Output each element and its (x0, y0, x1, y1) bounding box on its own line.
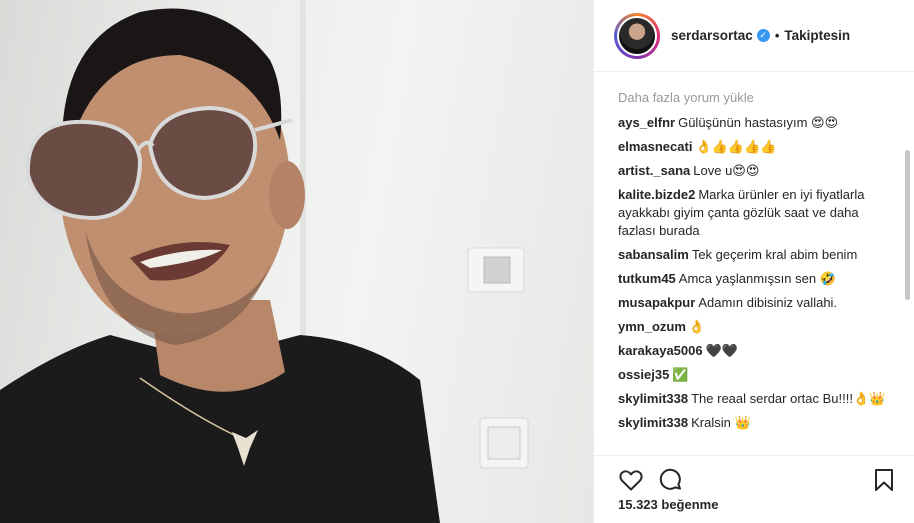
comment-username[interactable]: musapakpur (618, 295, 695, 310)
comment-text: 🖤🖤 (705, 343, 738, 358)
avatar[interactable] (614, 12, 660, 59)
comment-text: Tek geçerim kral abim benim (691, 247, 858, 262)
comment-text: Amca yaşlanmışsın sen 🤣 (678, 271, 836, 286)
comment-username[interactable]: ossiej35 (618, 367, 669, 382)
comment-item: ays_elfnr Gülüşünün hastasıyım 😍😍 (618, 114, 888, 132)
comment-item: elmasnecati 👌👍👍👍👍 (618, 138, 888, 156)
comment-username[interactable]: skylimit338 (618, 415, 688, 430)
follow-status-button[interactable]: Takiptesin (784, 28, 850, 43)
comment-item: ymn_ozum 👌 (618, 318, 888, 336)
comment-username[interactable]: skylimit338 (618, 391, 688, 406)
comment-item: sabansalim Tek geçerim kral abim benim (618, 246, 888, 264)
instagram-post: serdarsortac ✓ • Takiptesin Daha fazla y… (0, 0, 914, 523)
post-actions-bar (594, 455, 914, 495)
comment-username[interactable]: sabansalim (618, 247, 689, 262)
comment-item: musapakpur Adamın dibisiniz vallahi. (618, 294, 888, 312)
comment-bubble-icon[interactable] (658, 467, 684, 493)
heart-icon[interactable] (618, 467, 644, 493)
comment-text: 👌👍👍👍👍 (695, 139, 777, 154)
verified-badge-icon: ✓ (756, 29, 770, 42)
post-photo[interactable] (0, 0, 593, 523)
post-header: serdarsortac ✓ • Takiptesin (594, 0, 914, 72)
comment-item: karakaya5006 🖤🖤 (618, 342, 888, 360)
comment-text: Gülüşünün hastasıyım 😍😍 (678, 115, 839, 130)
comment-text: Kralsin 👑 (691, 415, 751, 430)
comment-item: kalite.bizde2 Marka ürünler en iyi fiyatl… (618, 186, 888, 240)
comment-username[interactable]: artist._sana (618, 163, 690, 178)
comment-item: skylimit338 The reaal serdar ortac Bu!!!!… (618, 390, 888, 408)
comment-username[interactable]: tutkum45 (618, 271, 676, 286)
header-separator: • (774, 28, 780, 43)
load-more-comments-link[interactable]: Daha fazla yorum yükle (618, 90, 899, 105)
comments-list[interactable]: Daha fazla yorum yükle ays_elfnr Gülüşünü… (594, 72, 914, 455)
avatar-image (617, 15, 657, 56)
comment-item: artist._sana Love u😍😍 (618, 162, 888, 180)
selfie-photo (0, 0, 529, 523)
comments-scrollbar[interactable] (905, 150, 910, 300)
post-side-panel: serdarsortac ✓ • Takiptesin Daha fazla y… (593, 0, 914, 523)
comment-text: ✅ (672, 367, 689, 382)
bookmark-icon[interactable] (871, 467, 897, 493)
likes-count[interactable]: 15.323 beğenme (618, 497, 718, 512)
comment-text: Love u😍😍 (693, 163, 760, 178)
comment-text: Adamın dibisiniz vallahi. (698, 295, 838, 310)
username-link[interactable]: serdarsortac (671, 28, 753, 43)
comment-item: skylimit338 Kralsin 👑 (618, 414, 888, 432)
comment-item: ossiej35 ✅ (618, 366, 888, 384)
comment-username[interactable]: ymn_ozum (618, 319, 686, 334)
comment-text: The reaal serdar ortac Bu!!!!👌👑 (691, 391, 886, 406)
comment-item: tutkum45 Amca yaşlanmışsın sen 🤣 (618, 270, 888, 288)
comment-username[interactable]: karakaya5006 (618, 343, 703, 358)
comment-username[interactable]: kalite.bizde2 (618, 187, 695, 202)
comment-text: 👌 (688, 319, 706, 334)
comment-username[interactable]: ays_elfnr (618, 115, 675, 130)
comment-username[interactable]: elmasnecati (618, 139, 692, 154)
